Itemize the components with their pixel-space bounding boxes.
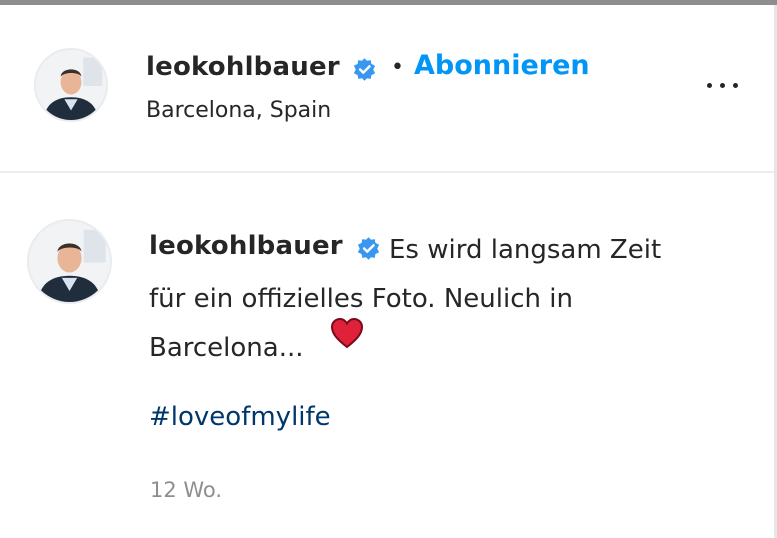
location-link[interactable]: Barcelona, Spain [146, 98, 331, 123]
post-header [0, 5, 774, 165]
comment-avatar[interactable] [27, 219, 112, 304]
timestamp[interactable]: 12 Wo. [150, 478, 222, 502]
avatar[interactable] [34, 48, 108, 122]
caption-text: Es wird langsam Zeit für ein offizielles… [149, 226, 719, 373]
profile-photo [29, 221, 110, 302]
separator-dot: • [391, 55, 404, 80]
caption-line-3: Barcelona... [149, 333, 304, 363]
heart-emoji-icon [330, 317, 364, 349]
more-options-icon[interactable] [703, 72, 743, 98]
follow-button[interactable]: Abonnieren [414, 50, 590, 81]
caption-line-1: Es wird langsam Zeit [389, 235, 662, 265]
hashtag-link[interactable]: #loveofmylife [149, 402, 331, 432]
verified-badge-icon [353, 58, 376, 81]
header-divider [0, 171, 774, 173]
caption-line-2: für ein offizielles Foto. Neulich in [149, 284, 573, 314]
profile-photo [36, 50, 106, 120]
post-author-username[interactable]: leokohlbauer [146, 52, 340, 82]
